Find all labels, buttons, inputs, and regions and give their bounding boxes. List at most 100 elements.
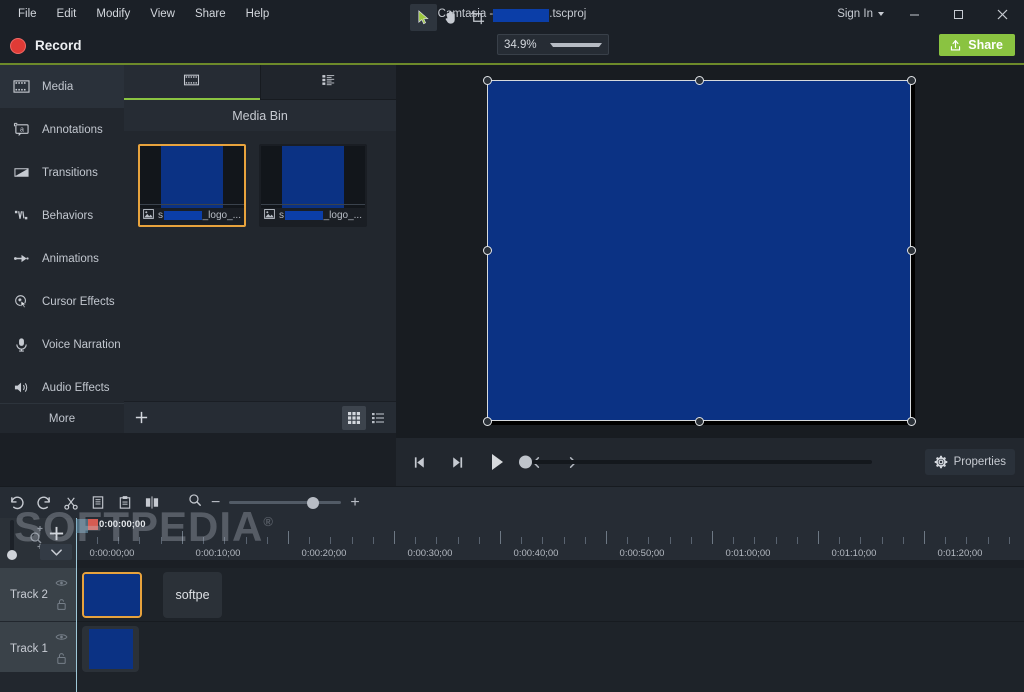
sidebar-item-media[interactable]: Media [0, 65, 124, 108]
playhead-flag[interactable] [76, 519, 88, 533]
tab-media-bin[interactable] [124, 65, 260, 100]
lock-icon[interactable] [56, 597, 67, 615]
ruler-label: 0:00:10;00 [195, 548, 241, 559]
handle-middle-left[interactable] [482, 246, 492, 255]
handle-bottom-left[interactable] [482, 416, 492, 426]
previous-frame-button[interactable] [405, 447, 435, 477]
menu-item-view[interactable]: View [140, 3, 185, 25]
crop-tool-button[interactable] [464, 4, 491, 31]
menu-item-share[interactable]: Share [185, 3, 236, 25]
handle-middle-right[interactable] [906, 246, 916, 255]
tab-library[interactable] [259, 65, 396, 99]
track-head-track-1[interactable]: Track 1 [0, 622, 76, 676]
eye-icon[interactable] [55, 628, 68, 646]
handle-top-right[interactable] [906, 75, 916, 85]
menu-item-edit[interactable]: Edit [47, 3, 87, 25]
play-button[interactable] [477, 443, 515, 481]
redo-icon [37, 496, 50, 510]
caption-visible: _logo_... [202, 209, 241, 221]
timeline-zoom-in-button[interactable]: + [350, 494, 359, 511]
handle-bottom-right[interactable] [906, 416, 916, 426]
share-label: Share [968, 38, 1003, 52]
undo-button[interactable] [4, 490, 30, 516]
track-head-track-2[interactable]: Track 2 [0, 568, 76, 622]
paste-button[interactable] [112, 490, 138, 516]
minimize-button[interactable] [892, 0, 936, 28]
properties-button[interactable]: Properties [924, 449, 1015, 475]
track-name: Track 2 [10, 588, 48, 601]
timeline-clip-media[interactable] [82, 572, 142, 618]
list-view-button[interactable] [366, 406, 390, 430]
properties-label: Properties [953, 456, 1006, 468]
timeline-zoom-out-button[interactable]: − [211, 494, 220, 511]
chevron-down-icon [878, 12, 884, 16]
preview-canvas[interactable] [396, 63, 1024, 438]
film-strip-icon [11, 77, 31, 97]
record-button[interactable]: Record [0, 28, 92, 63]
sidebar-item-animations[interactable]: Animations [0, 237, 124, 280]
timeline-clip-text[interactable]: softpe [163, 572, 222, 618]
handle-bottom-center[interactable] [694, 416, 704, 426]
media-bin-item[interactable]: s _logo_... [138, 144, 246, 227]
track-height-slider-knob[interactable] [7, 550, 17, 560]
window-title-redaction [493, 8, 550, 22]
copy-button[interactable] [85, 490, 111, 516]
magnifier-icon[interactable] [188, 493, 202, 512]
zoom-slider-knob[interactable] [307, 496, 320, 509]
sidebar-item-transitions[interactable]: Transitions [0, 151, 124, 194]
playhead-line[interactable] [76, 518, 77, 692]
track-lane-track-1[interactable] [76, 622, 1024, 676]
ruler-label: 0:00:30;00 [407, 548, 453, 559]
sidebar-item-voice-narration[interactable]: Voice Narration [0, 323, 124, 366]
share-button[interactable]: Share [939, 34, 1015, 56]
handle-top-center[interactable] [694, 75, 704, 85]
title-bar-right: Sign In [829, 0, 1024, 28]
add-track-button[interactable] [40, 523, 72, 543]
sidebar-more-label: More [48, 412, 76, 425]
split-icon [145, 496, 159, 509]
sidebar-item-annotations[interactable]: a Annotations [0, 108, 124, 151]
scrubber-knob[interactable] [519, 455, 532, 469]
selection-border [487, 80, 911, 421]
timeline-empty-area[interactable] [76, 672, 1024, 692]
hand-tool-button[interactable] [437, 4, 464, 31]
redo-button[interactable] [31, 490, 57, 516]
media-bin-tabs [124, 65, 396, 100]
split-button[interactable] [139, 490, 165, 516]
lock-icon[interactable] [56, 651, 67, 669]
sidebar-more-button[interactable]: More [0, 403, 124, 433]
sidebar-item-cursor-effects[interactable]: Cursor Effects [0, 280, 124, 323]
canvas-media-selection[interactable] [482, 75, 916, 426]
media-bin-title: Media Bin [124, 100, 396, 131]
zoom-level-select[interactable]: 34.9% [497, 34, 609, 55]
maximize-button[interactable] [936, 0, 980, 28]
playhead-timecode: 0:00:00;00 [99, 519, 146, 530]
media-bin-item[interactable]: s _logo_... [259, 144, 367, 227]
track-lane-track-2[interactable]: softpe [76, 568, 1024, 622]
list-icon [372, 412, 384, 423]
menu-item-file[interactable]: File [8, 3, 47, 25]
eye-icon[interactable] [55, 574, 68, 592]
track-height-slider-track[interactable] [10, 520, 14, 554]
timeline-zoom-slider[interactable] [229, 496, 342, 510]
record-dot-icon [10, 37, 26, 54]
menu-item-modify[interactable]: Modify [86, 3, 140, 25]
menu-item-help[interactable]: Help [236, 3, 280, 25]
scrubber-track[interactable] [532, 460, 872, 464]
next-frame-button[interactable] [441, 447, 471, 477]
add-media-button[interactable] [126, 404, 156, 432]
menu-bar: File Edit Modify View Share Help [0, 3, 279, 25]
media-bin-bottom-bar [124, 401, 396, 433]
sidebar-item-behaviors[interactable]: Behaviors [0, 194, 124, 237]
sign-in-button[interactable]: Sign In [829, 2, 892, 26]
cut-button[interactable] [58, 490, 84, 516]
handle-top-left[interactable] [482, 75, 492, 85]
playhead-marker[interactable] [88, 519, 98, 530]
timeline-clip-media[interactable] [82, 626, 139, 672]
sidebar-label: Animations [42, 252, 99, 265]
grid-view-button[interactable] [342, 405, 366, 430]
close-button[interactable] [980, 0, 1024, 28]
timeline-ruler[interactable]: 0:00:00;00 0:00:10;00 0:00:20;00 0:00:30… [76, 518, 1024, 560]
add-track-menu-button[interactable] [40, 544, 72, 560]
select-tool-button[interactable] [410, 4, 437, 31]
